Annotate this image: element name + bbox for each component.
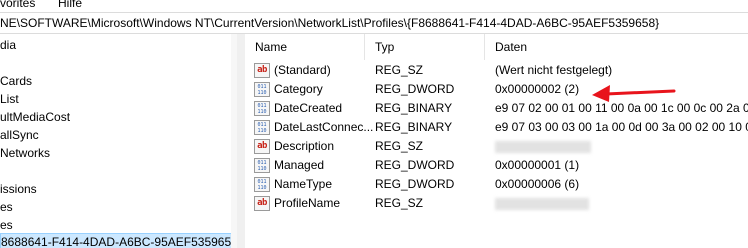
table-row[interactable]: 011 110 NameType REG_DWORD 0x00000006 (6… — [245, 175, 748, 194]
value-name: ProfileName — [274, 196, 341, 210]
pane-splitter[interactable] — [237, 34, 245, 248]
redacted-value — [495, 198, 589, 210]
tree-item[interactable]: es — [0, 216, 13, 234]
value-type: REG_DWORD — [375, 82, 455, 96]
tree-item[interactable]: dia — [0, 36, 16, 54]
binary-value-icon: 011 110 — [254, 158, 270, 173]
values-list[interactable]: Name Typ Daten ab (Standard) REG_SZ (Wer… — [245, 34, 748, 248]
binary-value-icon: 011 110 — [254, 82, 270, 97]
value-data: 0x00000006 (6) — [495, 177, 580, 191]
value-name: Category — [274, 82, 323, 96]
value-data: (Wert nicht festgelegt) — [495, 63, 613, 77]
tree-item[interactable]: allSync — [0, 126, 39, 144]
value-name: Managed — [274, 158, 325, 172]
menu-help[interactable]: Hilfe — [58, 0, 82, 10]
address-bar[interactable]: NE\SOFTWARE\Microsoft\Windows NT\Current… — [0, 12, 748, 34]
table-row[interactable]: 011 110 Managed REG_DWORD 0x00000001 (1) — [245, 156, 748, 175]
menu-bar: vorites Hilfe — [0, 0, 748, 12]
menu-favorites[interactable]: vorites — [0, 0, 35, 10]
tree-item-selected[interactable]: 8688641-F414-4DAD-A6BC-95AEF5359658} — [0, 233, 237, 248]
table-row[interactable]: 011 110 DateLastConnec... REG_BINARY e9 … — [245, 118, 748, 137]
binary-value-icon: 011 110 — [254, 101, 270, 116]
value-data: 0x00000001 (1) — [495, 158, 580, 172]
value-data: e9 07 03 00 03 00 1a 00 0d 00 3a 00 02 0… — [495, 120, 748, 134]
tree-item[interactable]: Cards — [0, 72, 32, 90]
value-name: DateCreated — [274, 101, 343, 115]
value-type: REG_SZ — [375, 63, 424, 77]
value-name: Description — [274, 139, 335, 153]
annotation-arrow-icon — [592, 85, 676, 102]
table-row[interactable]: ab ProfileName REG_SZ — [245, 194, 748, 213]
tree-item[interactable]: List — [0, 90, 19, 108]
column-header-type[interactable]: Typ — [365, 34, 485, 60]
string-value-icon: ab — [254, 196, 270, 211]
tree-item[interactable]: ultMediaCost — [0, 108, 70, 126]
address-path[interactable]: NE\SOFTWARE\Microsoft\Windows NT\Current… — [0, 16, 659, 30]
value-type: REG_DWORD — [375, 177, 455, 191]
value-type: REG_BINARY — [375, 101, 453, 115]
value-name: DateLastConnec... — [274, 120, 374, 134]
string-value-icon: ab — [254, 63, 270, 78]
string-value-icon: ab — [254, 139, 270, 154]
value-type: REG_SZ — [375, 196, 424, 210]
tree-item[interactable]: issions — [0, 180, 37, 198]
key-tree[interactable]: dia Cards List ultMediaCost allSync Netw… — [0, 34, 237, 248]
tree-item[interactable]: Networks — [0, 144, 50, 162]
value-data: 0x00000002 (2) — [495, 82, 580, 96]
binary-value-icon: 011 110 — [254, 177, 270, 192]
tree-item[interactable]: es — [0, 198, 13, 216]
binary-value-icon: 011 110 — [254, 120, 270, 135]
column-header-data[interactable]: Daten — [485, 34, 748, 60]
table-row[interactable]: ab Description REG_SZ — [245, 137, 748, 156]
value-name: (Standard) — [274, 63, 331, 77]
value-type: REG_SZ — [375, 139, 424, 153]
redacted-value — [495, 141, 591, 153]
table-row[interactable]: ab (Standard) REG_SZ (Wert nicht festgel… — [245, 61, 748, 80]
value-name: NameType — [274, 177, 333, 191]
value-type: REG_BINARY — [375, 120, 453, 134]
value-type: REG_DWORD — [375, 158, 455, 172]
column-header-name[interactable]: Name — [245, 34, 365, 60]
